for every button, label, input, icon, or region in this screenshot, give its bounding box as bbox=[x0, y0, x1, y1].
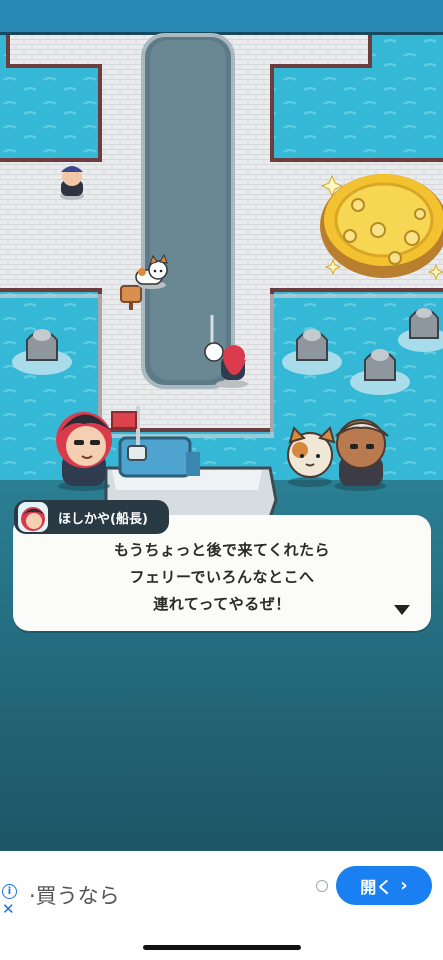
speaker-tag: ほしかや(船長) bbox=[14, 500, 169, 534]
guard-npc[interactable] bbox=[60, 166, 84, 200]
dialog-line: もうちょっと後で来てくれたら bbox=[113, 541, 331, 559]
dialog-line: フェリーでいろんなとこへ bbox=[129, 568, 315, 586]
dialog-line: 連れてってやるぜ！ bbox=[153, 595, 291, 613]
game-scene[interactable] bbox=[0, 0, 443, 850]
home-bar bbox=[0, 919, 443, 960]
speaker-name: ほしかや(船長) bbox=[58, 511, 148, 527]
open-button[interactable]: 開く › bbox=[336, 866, 432, 905]
speaker-avatar bbox=[18, 502, 48, 532]
ad-text[interactable]: ·買うなら bbox=[29, 880, 120, 910]
home-indicator[interactable] bbox=[143, 945, 301, 950]
chevron-right-icon: › bbox=[400, 875, 408, 896]
next-arrow-icon[interactable] bbox=[394, 605, 410, 615]
ad-choice-icon bbox=[316, 880, 328, 892]
pirate-companion bbox=[334, 419, 389, 491]
captain-portrait bbox=[56, 412, 112, 491]
close-icon[interactable]: ✕ bbox=[2, 900, 15, 918]
info-icon[interactable]: i bbox=[2, 884, 17, 899]
open-button-label: 開く bbox=[360, 877, 393, 897]
top-status-band bbox=[0, 0, 443, 34]
